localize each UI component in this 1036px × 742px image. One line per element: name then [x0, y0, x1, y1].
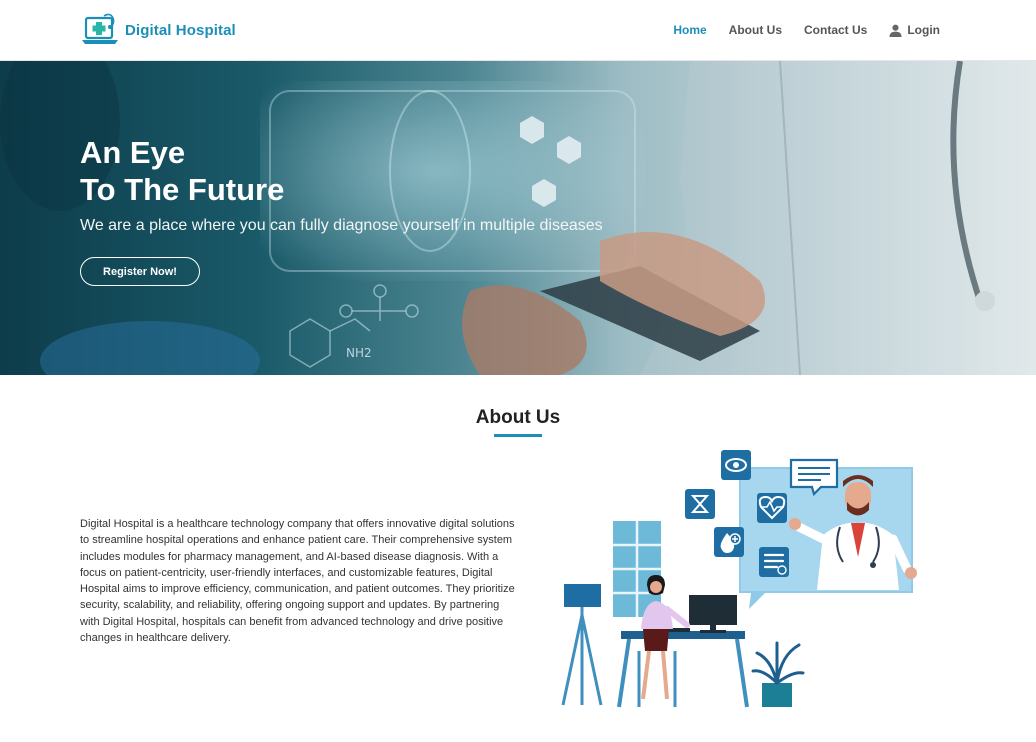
- telemedicine-illustration: [561, 450, 917, 708]
- navbar: Digital Hospital Home About Us Contact U…: [0, 0, 1036, 61]
- user-icon: [889, 24, 902, 37]
- intestine-icon: [759, 547, 789, 577]
- hourglass-icon: [685, 489, 715, 519]
- heart-pulse-icon: [757, 493, 787, 523]
- title-underline: [494, 434, 542, 437]
- main-nav: Home About Us Contact Us Login: [651, 0, 940, 60]
- login-label: Login: [907, 23, 940, 37]
- register-now-button[interactable]: Register Now!: [80, 257, 200, 286]
- nav-home-link[interactable]: Home: [673, 23, 706, 37]
- hero-title-line1: An Eye: [80, 135, 186, 170]
- brand-name: Digital Hospital: [125, 21, 236, 39]
- nav-contact-link[interactable]: Contact Us: [804, 23, 867, 37]
- laptop-medical-logo-icon: [82, 13, 118, 44]
- about-description: Digital Hospital is a healthcare technol…: [80, 518, 515, 645]
- hero-subtitle: We are a place where you can fully diagn…: [80, 217, 603, 234]
- hero-title: An Eye To The Future: [80, 134, 284, 208]
- eye-icon: [721, 450, 751, 480]
- nh2-formula-text: NH2: [346, 346, 372, 360]
- nav-login-link[interactable]: Login: [889, 23, 940, 37]
- nav-about-link[interactable]: About Us: [729, 23, 782, 37]
- about-section-title: About Us: [475, 407, 561, 428]
- brand[interactable]: Digital Hospital: [80, 12, 236, 48]
- hero-banner: NH2 An Eye To The Future We are a place …: [0, 61, 1036, 375]
- hero-title-line2: To The Future: [80, 172, 285, 207]
- blood-drop-icon: [714, 527, 744, 557]
